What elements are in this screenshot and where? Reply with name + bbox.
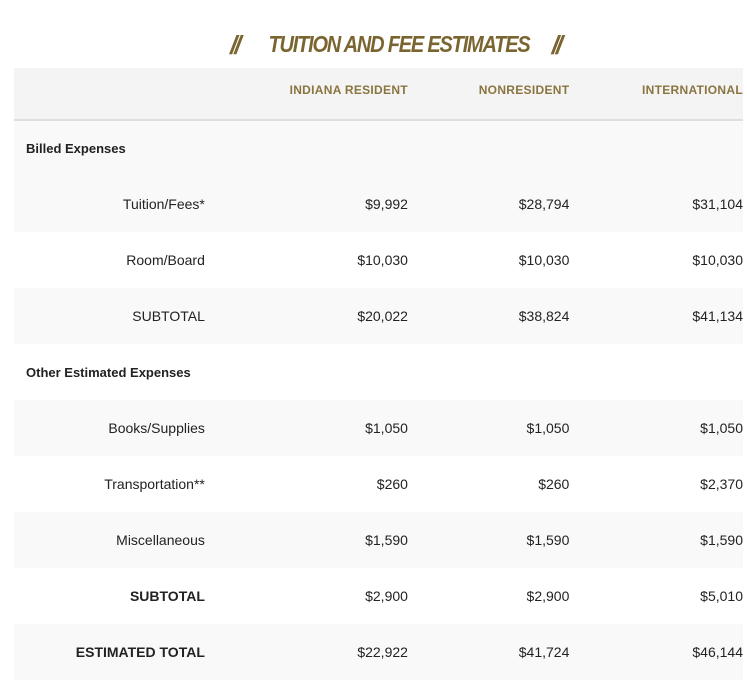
- cell-value: $28,794: [518, 196, 570, 212]
- table-row: Books/Supplies $1,050 $1,050 $1,050: [14, 400, 743, 456]
- section-row-billed: Billed Expenses: [14, 120, 743, 176]
- cell-value: $10,030: [692, 252, 743, 268]
- table-row-total: ESTIMATED TOTAL $22,922 $41,724 $46,144: [14, 624, 743, 680]
- row-label: Books/Supplies: [108, 420, 205, 436]
- column-header-nonresident: NONRESIDENT: [478, 82, 570, 97]
- title-right-slash: //: [551, 29, 564, 60]
- cell-value: $20,022: [357, 308, 408, 324]
- row-label: Transportation**: [104, 476, 205, 492]
- column-header-international: INTERNATIONAL: [641, 82, 743, 97]
- cell-value: $5,010: [700, 588, 743, 604]
- row-label: SUBTOTAL: [129, 588, 205, 604]
- cell-value: $10,030: [518, 252, 570, 268]
- column-header-indiana-resident: INDIANA RESIDENT: [289, 82, 408, 97]
- cell-value: $1,050: [365, 420, 408, 436]
- title-left-slash: //: [230, 29, 242, 60]
- section-title: Other Estimated Expenses: [26, 364, 191, 380]
- row-label: Room/Board: [126, 252, 205, 268]
- table-row: SUBTOTAL $20,022 $38,824 $41,134: [14, 288, 743, 344]
- cell-value: $41,134: [692, 308, 743, 324]
- row-label: SUBTOTAL: [132, 308, 205, 324]
- cell-value: $1,590: [700, 532, 743, 548]
- row-label: Miscellaneous: [116, 532, 205, 548]
- table-row: Room/Board $10,030 $10,030 $10,030: [14, 232, 743, 288]
- cell-value: $1,590: [365, 532, 408, 548]
- title-wrap: // TUITION AND FEE ESTIMATES //: [230, 29, 564, 60]
- table-row: Transportation** $260 $260 $2,370: [14, 456, 743, 512]
- cell-value: $2,370: [700, 476, 743, 492]
- row-label: ESTIMATED TOTAL: [75, 644, 205, 660]
- cell-value: $2,900: [365, 588, 408, 604]
- column-header-blank: [14, 68, 205, 120]
- cell-value: $46,144: [692, 644, 743, 660]
- cell-value: $260: [538, 476, 570, 492]
- page-title: TUITION AND FEE ESTIMATES: [268, 31, 530, 58]
- title-bar: // TUITION AND FEE ESTIMATES //: [0, 0, 747, 68]
- cell-value: $41,724: [518, 644, 570, 660]
- table-row: Miscellaneous $1,590 $1,590 $1,590: [14, 512, 743, 568]
- cell-value: $1,590: [526, 532, 570, 548]
- cell-value: $31,104: [692, 196, 743, 212]
- table-header-row: INDIANA RESIDENT NONRESIDENT INTERNATION…: [14, 68, 743, 120]
- cell-value: $1,050: [700, 420, 743, 436]
- cell-value: $22,922: [357, 644, 408, 660]
- cell-value: $2,900: [526, 588, 570, 604]
- section-row-other: Other Estimated Expenses: [14, 344, 743, 400]
- cell-value: $260: [376, 476, 408, 492]
- tuition-table: INDIANA RESIDENT NONRESIDENT INTERNATION…: [14, 68, 743, 680]
- cell-value: $38,824: [518, 308, 570, 324]
- cell-value: $10,030: [357, 252, 408, 268]
- table-row: Tuition/Fees* $9,992 $28,794 $31,104: [14, 176, 743, 232]
- table-row-subtotal: SUBTOTAL $2,900 $2,900 $5,010: [14, 568, 743, 624]
- cell-value: $1,050: [526, 420, 570, 436]
- row-label: Tuition/Fees*: [122, 196, 205, 212]
- cell-value: $9,992: [365, 196, 408, 212]
- section-title: Billed Expenses: [26, 141, 126, 156]
